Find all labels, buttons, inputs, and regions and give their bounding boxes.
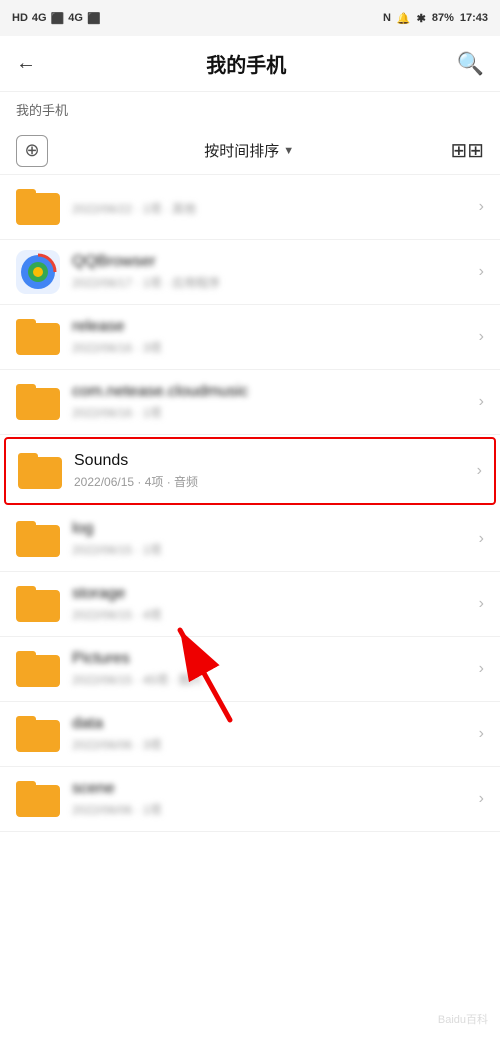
file-name-file-pictures: Pictures <box>72 650 479 668</box>
status-battery: 87% <box>432 12 454 24</box>
folder-icon-file-netease <box>16 380 60 424</box>
chevron-right-icon-file-1: › <box>479 198 484 216</box>
chevron-right-icon-file-qqbrowser: › <box>479 263 484 281</box>
search-button[interactable]: 🔍 <box>457 51 484 77</box>
status-left: HD 4G ⬛ 4G ⬛ <box>12 12 101 25</box>
chevron-right-icon-file-netease: › <box>479 393 484 411</box>
list-item-file-log[interactable]: log 2022/06/15 · 1项› <box>0 507 500 572</box>
breadcrumb: 我的手机 <box>0 92 500 127</box>
chevron-right-icon-file-log: › <box>479 530 484 548</box>
chevron-right-icon-file-data: › <box>479 725 484 743</box>
status-notification-icon: 🔔 <box>397 12 411 25</box>
status-bar: HD 4G ⬛ 4G ⬛ N 🔔 ✱ 87% 17:43 <box>0 0 500 36</box>
list-item-file-pictures[interactable]: Pictures 2022/06/15 · 45项 · 图片› <box>0 637 500 702</box>
chevron-right-icon-file-sounds: › <box>477 462 482 480</box>
list-item-file-netease[interactable]: com.netease.cloudmusic 2022/06/16 · 1项› <box>0 370 500 435</box>
folder-icon-file-qqbrowser <box>16 250 60 294</box>
file-meta-file-qqbrowser: 2022/06/17 · 1项 · 应用程序 <box>72 274 479 291</box>
file-meta-file-release: 2022/06/16 · 3项 <box>72 339 479 356</box>
file-name-file-scene: scene <box>72 780 479 798</box>
chevron-right-icon-file-release: › <box>479 328 484 346</box>
folder-icon-file-data <box>16 712 60 756</box>
list-item-file-sounds[interactable]: Sounds 2022/06/15 · 4项 · 音频› <box>4 437 496 505</box>
folder-icon-file-release <box>16 315 60 359</box>
file-list: 2022/06/22 · 1项 · 其他› QQBrowser2022/06/1… <box>0 175 500 832</box>
file-meta-file-scene: 2022/06/06 · 1项 <box>72 801 479 818</box>
folder-icon-file-sounds <box>18 449 62 493</box>
view-toggle-button[interactable]: ⊞⊞ <box>450 138 484 163</box>
status-bars2: ⬛ <box>87 12 101 25</box>
chevron-right-icon-file-storage: › <box>479 595 484 613</box>
folder-icon-file-storage <box>16 582 60 626</box>
list-item-file-scene[interactable]: scene 2022/06/06 · 1项› <box>0 767 500 832</box>
file-meta-file-sounds: 2022/06/15 · 4项 · 音频 <box>74 473 477 490</box>
toolbar: ⊕ 按时间排序 ▼ ⊞⊞ <box>0 127 500 175</box>
sort-label: 按时间排序 <box>204 140 279 161</box>
folder-icon-file-1 <box>16 185 60 229</box>
nav-bar: ← 我的手机 🔍 <box>0 36 500 92</box>
list-item-file-1[interactable]: 2022/06/22 · 1项 · 其他› <box>0 175 500 240</box>
file-name-file-release: release <box>72 318 479 336</box>
status-time: 17:43 <box>460 12 488 24</box>
list-item-file-storage[interactable]: storage 2022/06/15 · 4项› <box>0 572 500 637</box>
list-item-file-qqbrowser[interactable]: QQBrowser 2022/06/17 · 1项 · 应用程序› <box>0 240 500 305</box>
file-meta-file-storage: 2022/06/15 · 4项 <box>72 606 479 623</box>
status-4g2: 4G <box>68 12 83 24</box>
sort-arrow-icon: ▼ <box>283 145 294 157</box>
page-title: 我的手机 <box>206 49 286 78</box>
browser-icon <box>16 250 60 294</box>
watermark: Baidu百科 <box>438 1011 488 1027</box>
add-folder-button[interactable]: ⊕ <box>16 135 48 167</box>
file-meta-file-1: 2022/06/22 · 1项 · 其他 <box>72 200 479 217</box>
status-signal: HD <box>12 12 28 24</box>
file-name-file-log: log <box>72 520 479 538</box>
status-nfc-icon: N <box>383 12 391 24</box>
file-name-file-qqbrowser: QQBrowser <box>72 253 479 271</box>
status-bars1: ⬛ <box>51 12 65 25</box>
file-name-file-data: data <box>72 715 479 733</box>
folder-icon-file-log <box>16 517 60 561</box>
file-meta-file-netease: 2022/06/16 · 1项 <box>72 404 479 421</box>
status-4g1: 4G <box>32 12 47 24</box>
file-meta-file-pictures: 2022/06/15 · 45项 · 图片 <box>72 671 479 688</box>
chevron-right-icon-file-pictures: › <box>479 660 484 678</box>
list-item-file-release[interactable]: release 2022/06/16 · 3项› <box>0 305 500 370</box>
sort-button[interactable]: 按时间排序 ▼ <box>204 140 294 161</box>
file-meta-file-log: 2022/06/15 · 1项 <box>72 541 479 558</box>
add-icon: ⊕ <box>24 140 39 161</box>
chevron-right-icon-file-scene: › <box>479 790 484 808</box>
folder-icon-file-pictures <box>16 647 60 691</box>
list-item-file-data[interactable]: data 2022/06/06 · 3项› <box>0 702 500 767</box>
file-name-file-storage: storage <box>72 585 479 603</box>
file-name-file-netease: com.netease.cloudmusic <box>72 383 479 401</box>
file-name-file-sounds: Sounds <box>74 452 477 470</box>
status-right: N 🔔 ✱ 87% 17:43 <box>383 12 488 25</box>
file-meta-file-data: 2022/06/06 · 3项 <box>72 736 479 753</box>
grid-view-icon: ⊞⊞ <box>450 138 484 163</box>
folder-icon-file-scene <box>16 777 60 821</box>
status-bluetooth-icon: ✱ <box>417 12 426 25</box>
back-button[interactable]: ← <box>16 52 36 75</box>
